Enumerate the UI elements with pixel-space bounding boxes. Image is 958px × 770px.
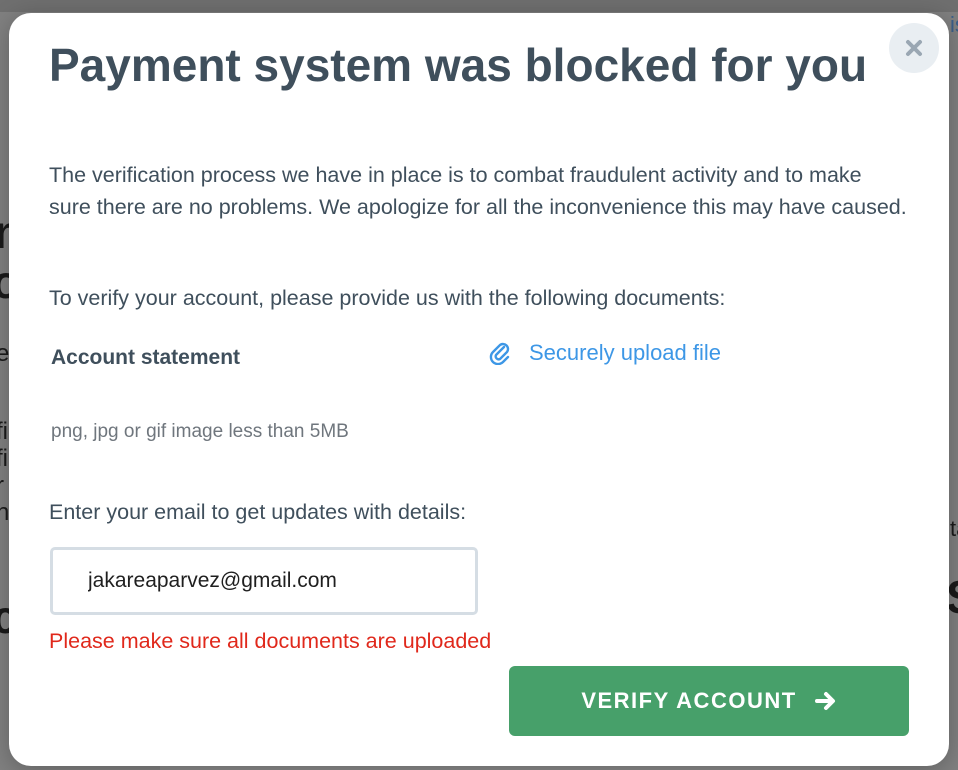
arrow-right-icon: [814, 692, 835, 710]
intro-text: The verification process we have in plac…: [49, 163, 907, 219]
documents-prompt: To verify your account, please provide u…: [49, 286, 726, 310]
email-label: Enter your email to get updates with det…: [49, 500, 467, 524]
verify-account-button[interactable]: VERIFY ACCOUNT: [509, 666, 909, 736]
background-topbar: [0, 0, 958, 12]
upload-link-label: Securely upload file: [529, 340, 722, 365]
email-input[interactable]: [50, 547, 478, 615]
background-text-fragment: fifirn: [0, 418, 10, 526]
close-button[interactable]: [889, 23, 939, 73]
modal-title: Payment system was blocked for you: [49, 39, 868, 91]
upload-file-link[interactable]: Securely upload file: [489, 337, 721, 369]
background-text-fragment: is: [950, 12, 958, 37]
background-text-fragment: e: [0, 340, 10, 367]
paperclip-icon: [489, 342, 510, 365]
error-message: Please make sure all documents are uploa…: [49, 629, 492, 653]
background-text-fragment: ta: [950, 516, 958, 541]
close-icon: [906, 40, 922, 56]
document-label: Account statement: [51, 346, 241, 369]
verification-modal: Payment system was blocked for you The v…: [9, 13, 949, 766]
verify-button-label: VERIFY ACCOUNT: [581, 688, 797, 713]
file-type-hint: png, jpg or gif image less than 5MB: [51, 421, 349, 442]
